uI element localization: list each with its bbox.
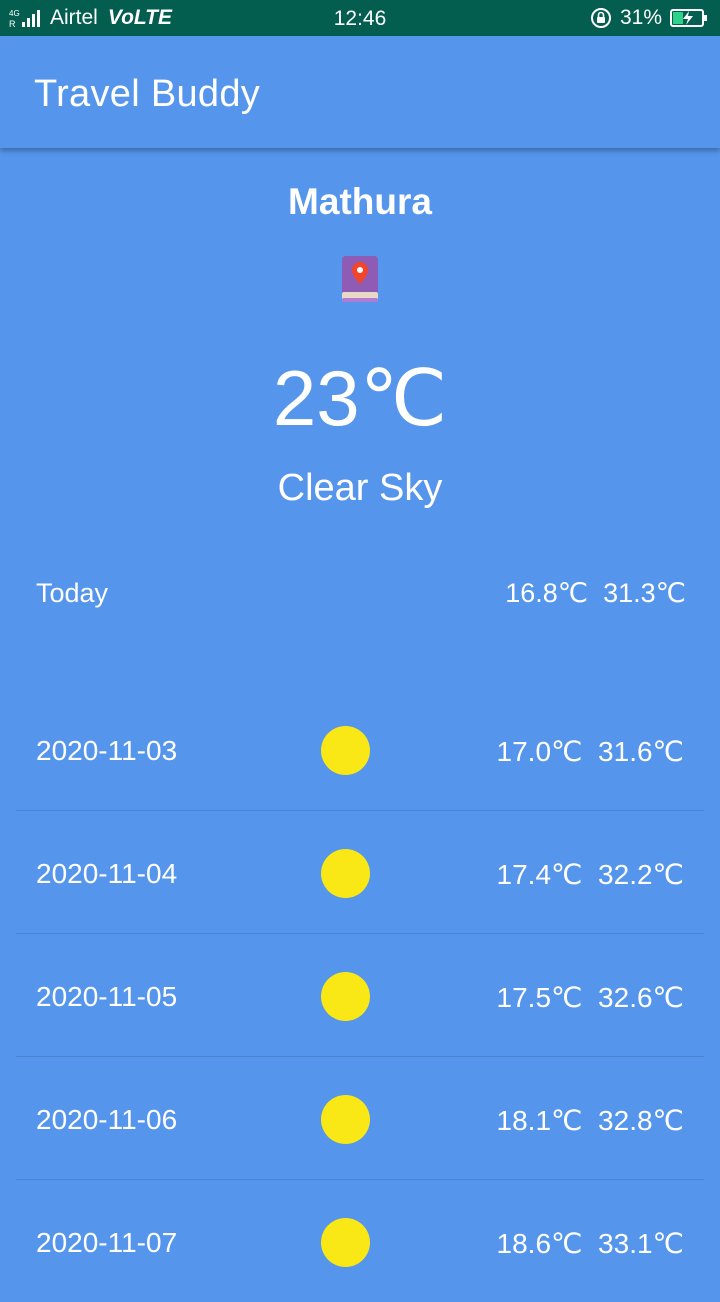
sun-icon	[321, 726, 370, 775]
forecast-min-temp: 17.0℃	[496, 736, 583, 767]
forecast-min-temp: 17.4℃	[496, 859, 583, 890]
forecast-row[interactable]: 2020-11-04 17.4℃ 32.2℃	[16, 811, 704, 934]
forecast-temperature-range: 18.1℃ 32.8℃	[497, 1104, 684, 1137]
map-pin-book-icon	[342, 256, 378, 302]
forecast-temperature-range: 17.5℃ 32.6℃	[497, 981, 684, 1014]
forecast-date: 2020-11-04	[36, 858, 178, 889]
forecast-temperature-range: 17.4℃ 32.2℃	[497, 858, 684, 891]
forecast-row[interactable]: 2020-11-03 17.0℃ 31.6℃	[16, 688, 704, 811]
sun-icon	[321, 972, 370, 1021]
rotation-lock-icon	[590, 8, 611, 28]
sun-icon	[321, 1095, 370, 1144]
forecast-min-temp: 18.1℃	[496, 1105, 583, 1136]
today-max-temp: 31.3℃	[603, 578, 686, 608]
today-temperature-range: 16.8℃ 31.3℃	[505, 578, 686, 609]
sun-icon	[321, 1218, 370, 1267]
forecast-list[interactable]: 2020-11-03 17.0℃ 31.6℃ 2020-11-04 17.4℃ …	[16, 688, 704, 1302]
status-bar: 4G R Airtel VoLTE 12:46 31%	[0, 0, 720, 36]
current-temperature: 23℃	[272, 354, 448, 442]
forecast-max-temp: 33.1℃	[598, 1228, 684, 1259]
forecast-temperature-range: 17.0℃ 31.6℃	[497, 735, 684, 768]
forecast-max-temp: 32.8℃	[598, 1105, 684, 1136]
weather-condition: Clear Sky	[277, 467, 443, 509]
forecast-row[interactable]: 2020-11-06 18.1℃ 32.8℃	[16, 1057, 704, 1180]
battery-percent: 31%	[619, 6, 662, 29]
forecast-date: 2020-11-07	[36, 1227, 178, 1258]
forecast-date: 2020-11-05	[36, 981, 178, 1012]
forecast-min-temp: 17.5℃	[496, 982, 583, 1013]
forecast-row[interactable]: 2020-11-05 17.5℃ 32.6℃	[16, 934, 704, 1057]
forecast-row[interactable]: 2020-11-07 18.6℃ 33.1℃	[16, 1180, 704, 1302]
sun-icon	[321, 849, 370, 898]
forecast-max-temp: 32.2℃	[598, 859, 684, 890]
today-label: Today	[36, 578, 109, 608]
forecast-max-temp: 31.6℃	[598, 736, 684, 767]
forecast-date: 2020-11-06	[36, 1104, 178, 1135]
battery-charging-icon	[670, 9, 707, 27]
forecast-max-temp: 32.6℃	[598, 982, 684, 1013]
app-title: Travel Buddy	[34, 73, 261, 115]
city-name: Mathura	[288, 181, 432, 222]
app-bar: Travel Buddy	[0, 36, 720, 148]
forecast-temperature-range: 18.6℃ 33.1℃	[497, 1227, 684, 1260]
forecast-date: 2020-11-03	[36, 735, 178, 766]
forecast-min-temp: 18.6℃	[496, 1228, 583, 1259]
today-min-temp: 16.8℃	[505, 578, 589, 608]
status-right: 31%	[590, 5, 708, 31]
